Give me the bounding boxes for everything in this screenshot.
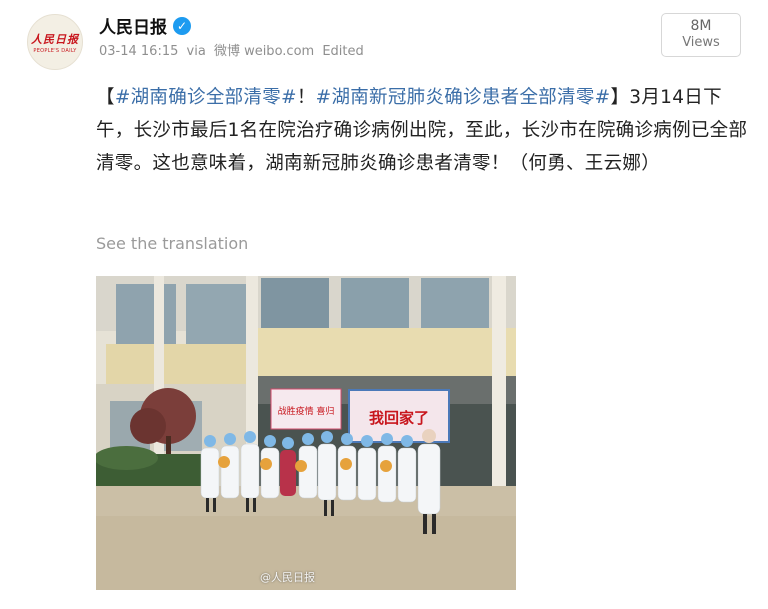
hashtag-link[interactable]: #湖南新冠肺炎确诊患者全部清零# [316,87,611,108]
avatar[interactable]: 人民日报 PEOPLE'S DAILY [27,14,83,70]
avatar-logo-subtitle: PEOPLE'S DAILY [33,47,77,54]
banner-left-text: 战胜疫情 喜归 [278,405,335,417]
post-photo-image: 战胜疫情 喜归 我回家了 [96,276,516,590]
hashtag-link[interactable]: #湖南确诊全部清零# [115,87,297,108]
bracket-open: 【 [96,87,115,108]
views-label: Views [682,35,720,50]
account-name[interactable]: 人民日报 [99,13,167,38]
post-source: 微博 weibo.com [213,44,315,59]
hashtag-separator: ！ [296,87,316,108]
post-photo[interactable]: 战胜疫情 喜归 我回家了 [96,276,516,590]
post-text: 【#湖南确诊全部清零#！#湖南新冠肺炎确诊患者全部清零#】3月14日下午，长沙市… [96,81,756,180]
edited-label[interactable]: Edited [322,44,363,59]
banner-right-text: 我回家了 [369,409,429,427]
post-timestamp[interactable]: 03-14 16:15 [99,44,178,59]
views-badge: 8M Views [661,13,741,57]
see-translation-link[interactable]: See the translation [96,234,248,253]
account-header: 人民日报 ✓ [99,13,191,38]
avatar-logo-text: 人民日报 [31,32,79,46]
post-meta: 03-14 16:15 via 微博 weibo.com Edited [99,40,368,59]
via-label: via [186,44,206,59]
verified-check-icon: ✓ [173,16,191,35]
views-count: 8M [690,18,712,34]
photo-watermark: @人民日报 [260,571,315,584]
